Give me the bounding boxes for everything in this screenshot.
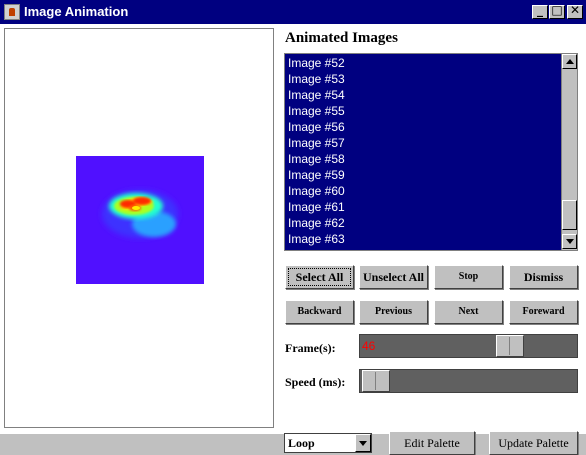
window-title: Image Animation — [24, 4, 129, 19]
edit-palette-button[interactable]: Edit Palette — [389, 431, 475, 455]
close-button[interactable]: ✕ — [567, 3, 583, 19]
backward-button[interactable]: Backward — [285, 300, 354, 324]
list-item[interactable]: Image #52 — [285, 56, 560, 72]
update-palette-button[interactable]: Update Palette — [489, 431, 578, 455]
loop-mode-value: Loop — [288, 436, 315, 450]
unselect-all-button[interactable]: Unselect All — [359, 265, 428, 289]
frames-label: Frame(s): — [285, 341, 336, 355]
speed-slider[interactable]: 100 — [359, 369, 578, 393]
close-icon: ✕ — [569, 3, 581, 17]
speed-slider-thumb[interactable] — [362, 370, 390, 392]
arrow-up-icon — [566, 59, 574, 64]
list-item[interactable]: Image #56 — [285, 120, 560, 136]
foreward-button[interactable]: Foreward — [509, 300, 578, 324]
previous-button[interactable]: Previous — [359, 300, 428, 324]
loop-mode-select[interactable]: Loop — [284, 433, 372, 453]
title-bar: Image Animation _ □ ✕ — [0, 0, 586, 24]
scroll-up-button[interactable] — [562, 54, 577, 69]
list-item[interactable]: Image #54 — [285, 88, 560, 104]
dismiss-button[interactable]: Dismiss — [509, 265, 578, 289]
list-item[interactable]: Image #62 — [285, 216, 560, 232]
chevron-down-icon — [359, 441, 367, 446]
list-item[interactable]: Image #59 — [285, 168, 560, 184]
list-item[interactable]: Image #61 — [285, 200, 560, 216]
list-item[interactable]: Image #58 — [285, 152, 560, 168]
dropdown-button[interactable] — [355, 434, 371, 452]
animated-images-title: Animated Images — [285, 30, 398, 46]
image-display-panel — [4, 28, 274, 428]
maximize-icon: □ — [551, 3, 563, 17]
list-item[interactable]: Image #55 — [285, 104, 560, 120]
window-client-area: Animated Images Image #52 Image #53 Imag… — [0, 24, 586, 455]
list-item[interactable]: Image #63 — [285, 232, 560, 248]
minimize-icon: _ — [537, 3, 543, 17]
java-cup-icon — [4, 4, 20, 20]
speed-label: Speed (ms): — [285, 375, 346, 389]
list-item[interactable]: Image #53 — [285, 72, 560, 88]
minimize-button[interactable]: _ — [532, 3, 548, 19]
next-button[interactable]: Next — [434, 300, 503, 324]
frame-slider-thumb[interactable] — [496, 335, 524, 357]
select-all-button[interactable]: Select All — [285, 265, 354, 289]
frame-slider[interactable]: 46 — [359, 334, 578, 358]
frame-value: 46 — [362, 339, 376, 353]
scrollbar-thumb[interactable] — [562, 200, 577, 230]
animation-frame-image — [76, 156, 204, 284]
scroll-down-button[interactable] — [562, 234, 577, 249]
list-item[interactable]: Image #60 — [285, 184, 560, 200]
image-list[interactable]: Image #52 Image #53 Image #54 Image #55 … — [284, 53, 578, 251]
maximize-button[interactable]: □ — [549, 3, 565, 19]
arrow-down-icon — [566, 239, 574, 244]
list-scrollbar[interactable] — [561, 54, 577, 250]
list-item[interactable]: Image #57 — [285, 136, 560, 152]
stop-button[interactable]: Stop — [434, 265, 503, 289]
